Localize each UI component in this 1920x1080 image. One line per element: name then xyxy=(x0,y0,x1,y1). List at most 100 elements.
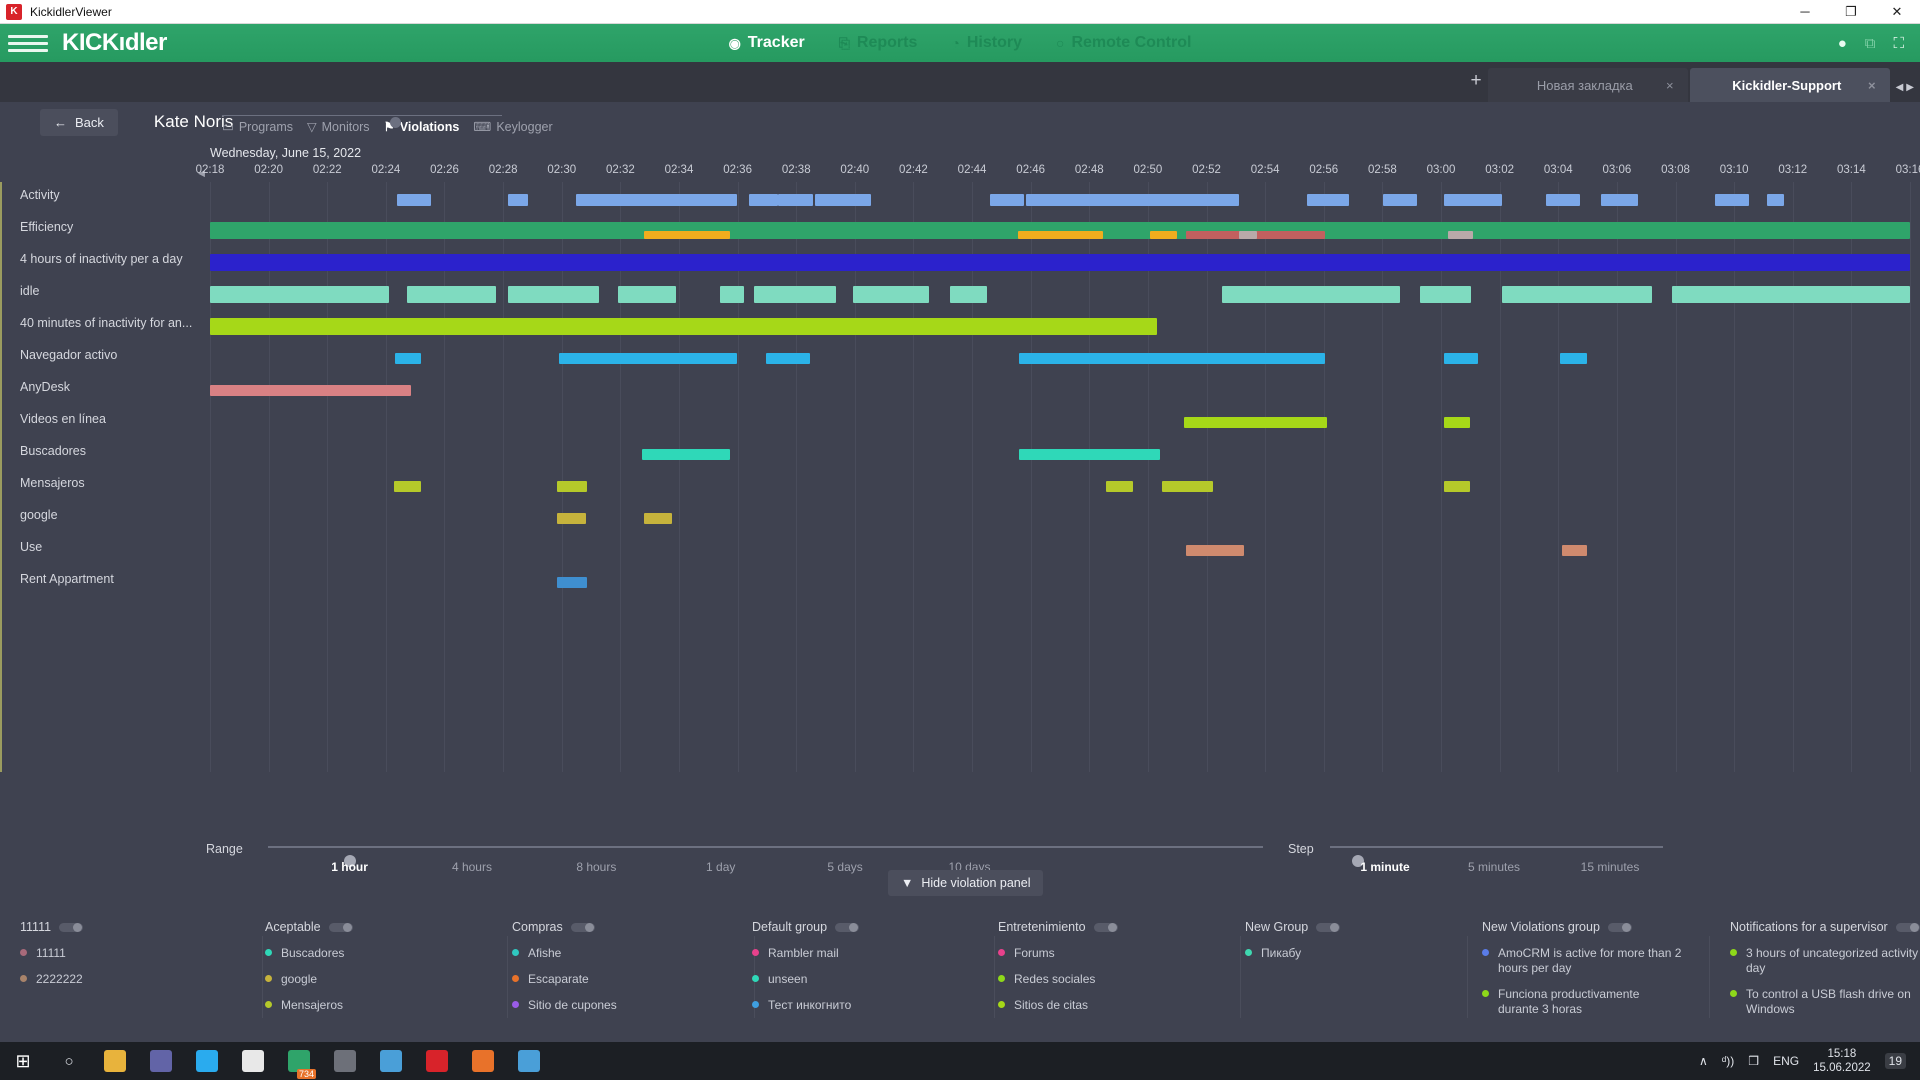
slider-tick-label[interactable]: 15 minutes xyxy=(1581,860,1640,874)
violation-group-toggle[interactable] xyxy=(570,922,595,932)
timeline-segment-overlay[interactable] xyxy=(1238,231,1258,239)
view-tab-programs[interactable]: ▭ Programs xyxy=(222,119,293,135)
violation-item[interactable]: Escaparate xyxy=(512,972,712,987)
violation-group-toggle[interactable] xyxy=(328,922,353,932)
timeline-segment[interactable] xyxy=(949,286,987,303)
timeline-segment[interactable] xyxy=(641,449,731,460)
timeline-track[interactable] xyxy=(210,182,1910,214)
timeline-segment[interactable] xyxy=(1672,286,1910,303)
timeline-segment[interactable] xyxy=(1184,417,1327,428)
violation-item[interactable]: Sitios de citas xyxy=(998,998,1198,1013)
timeline-segment[interactable] xyxy=(1026,194,1239,206)
tray-chevron-icon[interactable]: ∧ xyxy=(1699,1054,1708,1068)
timeline-segment[interactable] xyxy=(1444,417,1470,428)
timeline-track[interactable] xyxy=(210,214,1910,246)
violation-group-toggle[interactable] xyxy=(1093,922,1118,932)
volume-icon[interactable]: ᵈ)) xyxy=(1722,1054,1735,1068)
browser-tab[interactable]: Kickidler-Support × xyxy=(1689,68,1890,102)
tab-next-icon[interactable]: ▶ xyxy=(1906,82,1914,93)
timeline-track[interactable] xyxy=(210,502,1910,534)
timeline-segment[interactable] xyxy=(1019,449,1161,460)
view-tab-monitors[interactable]: ▽ Monitors xyxy=(307,119,370,135)
close-icon[interactable]: × xyxy=(1666,78,1674,93)
timeline-segment[interactable] xyxy=(1546,194,1581,206)
timeline-segment[interactable] xyxy=(556,481,588,492)
timeline-track[interactable] xyxy=(210,438,1910,470)
timeline-segment[interactable] xyxy=(1561,545,1587,556)
timeline-track[interactable] xyxy=(210,342,1910,374)
violation-item[interactable]: Тест инкогнито xyxy=(752,998,952,1013)
timeline-segment[interactable] xyxy=(1444,481,1470,492)
timeline-track[interactable] xyxy=(210,310,1910,342)
violation-item[interactable]: Redes sociales xyxy=(998,972,1198,987)
violation-item[interactable]: To control a USB flash drive on Windows xyxy=(1730,987,1920,1017)
teams-icon[interactable] xyxy=(138,1042,184,1080)
violation-item[interactable]: 2222222 xyxy=(20,972,220,987)
violation-group-toggle[interactable] xyxy=(1607,922,1632,932)
timeline-segment[interactable] xyxy=(575,194,737,206)
timeline-segment[interactable] xyxy=(556,513,586,524)
chrome-icon[interactable] xyxy=(230,1042,276,1080)
violation-item[interactable]: Buscadores xyxy=(265,946,465,961)
timeline-segment[interactable] xyxy=(1420,286,1472,303)
slider-tick-label[interactable]: 8 hours xyxy=(576,860,616,874)
search-icon[interactable]: ○ xyxy=(46,1042,92,1080)
file-explorer-icon[interactable] xyxy=(92,1042,138,1080)
browser-tab[interactable]: Новая закладка × xyxy=(1487,68,1688,102)
timeline-segment[interactable] xyxy=(1444,353,1479,364)
close-icon[interactable]: × xyxy=(1868,78,1876,93)
violation-item[interactable]: Sitio de cupones xyxy=(512,998,712,1013)
timeline-segment[interactable] xyxy=(1714,194,1749,206)
box-icon[interactable] xyxy=(368,1042,414,1080)
status-dot-icon[interactable]: ● xyxy=(1838,35,1847,52)
timeline-segment-overlay[interactable] xyxy=(643,231,731,239)
timeline-segment[interactable] xyxy=(765,353,811,364)
timeline-segment[interactable] xyxy=(210,286,389,303)
timeline-segment[interactable] xyxy=(1502,286,1652,303)
timeline-segment[interactable] xyxy=(210,385,411,396)
timeline-track[interactable] xyxy=(210,566,1910,598)
timeline-segment[interactable] xyxy=(1185,545,1244,556)
slider-tick-label[interactable]: 1 hour xyxy=(331,860,368,874)
timeline-segment[interactable] xyxy=(1162,481,1213,492)
new-tab-button[interactable]: + xyxy=(1465,71,1487,93)
timeline-segment[interactable] xyxy=(754,286,836,303)
timeline-segment[interactable] xyxy=(618,286,676,303)
violation-group-toggle[interactable] xyxy=(835,922,860,932)
timeline-segment-overlay[interactable] xyxy=(1017,231,1103,239)
timeline-segment[interactable] xyxy=(748,194,778,206)
timeline-segment[interactable] xyxy=(777,194,814,206)
back-button[interactable]: ← Back xyxy=(40,108,118,136)
timeline-segment[interactable] xyxy=(990,194,1025,206)
timeline-track[interactable] xyxy=(210,534,1910,566)
timeline-segment[interactable] xyxy=(1559,353,1587,364)
taskbar-clock[interactable]: 15:18 15.06.2022 xyxy=(1813,1047,1871,1076)
timeline-segment[interactable] xyxy=(1105,481,1134,492)
terminal-icon[interactable] xyxy=(322,1042,368,1080)
tab-prev-icon[interactable]: ◀ xyxy=(1896,82,1904,93)
violation-item[interactable]: Пикабу xyxy=(1245,946,1445,961)
violation-group-toggle[interactable] xyxy=(1316,922,1341,932)
timeline-track[interactable] xyxy=(210,278,1910,310)
notification-badge[interactable]: 19 xyxy=(1884,1053,1906,1069)
violation-item[interactable]: Forums xyxy=(998,946,1198,961)
timeline-segment[interactable] xyxy=(1383,194,1417,206)
step-slider-rail[interactable] xyxy=(1330,846,1663,867)
timeline-segment-overlay[interactable] xyxy=(1447,231,1474,239)
kickidler-viewer-icon[interactable] xyxy=(414,1042,460,1080)
tab-scroll-arrows[interactable]: ◀ ▶ xyxy=(1892,82,1920,102)
close-button[interactable]: ✕ xyxy=(1874,0,1920,23)
hamburger-icon[interactable] xyxy=(8,34,48,52)
timeline-segment[interactable] xyxy=(556,577,588,588)
violation-item[interactable]: AmoCRM is active for more than 2 hours p… xyxy=(1482,946,1682,976)
window-icon[interactable] xyxy=(506,1042,552,1080)
start-button[interactable]: ⊞ xyxy=(0,1042,46,1080)
maximize-button[interactable]: ❐ xyxy=(1828,0,1874,23)
timeline-segment[interactable] xyxy=(395,353,421,364)
timeline-segment[interactable] xyxy=(407,286,496,303)
kickidler-grabber-icon[interactable]: 734 xyxy=(276,1042,322,1080)
timeline-segment[interactable] xyxy=(210,318,1157,335)
timeline-segment[interactable] xyxy=(1306,194,1349,206)
minimize-button[interactable]: ─ xyxy=(1782,0,1828,23)
timeline-track[interactable] xyxy=(210,470,1910,502)
